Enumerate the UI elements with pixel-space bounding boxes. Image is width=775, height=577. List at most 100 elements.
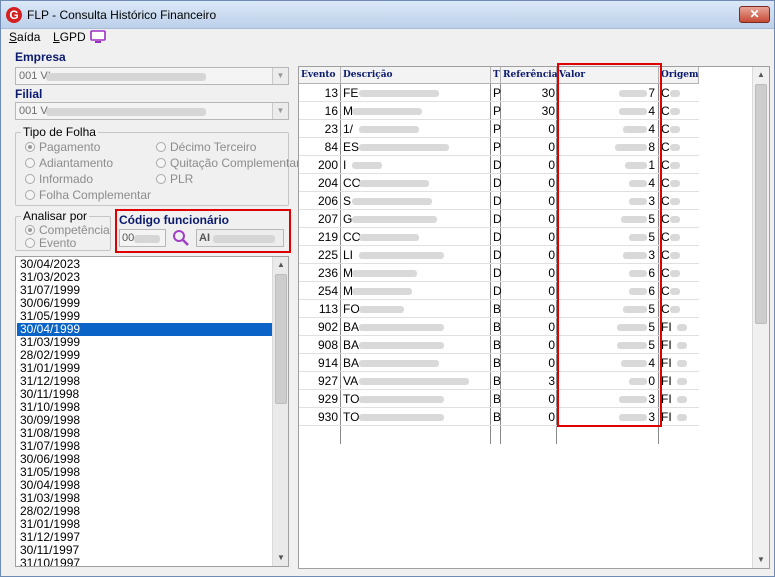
cell-origem: FI [661, 372, 699, 390]
header-col-tipo[interactable]: T [491, 67, 501, 83]
cell-descricao: ES [343, 138, 489, 156]
cell-descricao: BA [343, 336, 489, 354]
radio-competencia[interactable]: Competência [25, 223, 110, 237]
cell-origem: C [661, 300, 699, 318]
header-col-referencia[interactable]: Referência [501, 67, 558, 83]
chevron-down-icon[interactable]: ▼ [272, 103, 288, 119]
cell-descricao: M [343, 102, 489, 120]
radio-quitacao-complementar[interactable]: Quitação Complementar [156, 156, 300, 170]
masked-text [352, 288, 412, 295]
header-col-evento[interactable]: Evento [299, 67, 341, 83]
scroll-down-icon[interactable]: ▼ [273, 550, 288, 566]
monitor-icon[interactable] [90, 30, 106, 44]
cell-origem: FI [661, 390, 699, 408]
cell-origem: C [661, 210, 699, 228]
cell-origem: C [661, 156, 699, 174]
masked-text [670, 234, 680, 241]
cell-descricao: 1/ [343, 120, 489, 138]
masked-text [359, 90, 439, 97]
cell-referencia: 0 [548, 248, 555, 262]
cell-referencia: 0 [548, 158, 555, 172]
cell-referencia: 0 [548, 302, 555, 316]
menu-saida[interactable]: Saída [9, 30, 40, 44]
cell-referencia: 0 [548, 392, 555, 406]
radio-plr[interactable]: PLR [156, 172, 193, 186]
cell-referencia: 0 [548, 230, 555, 244]
cell-origem: C [661, 192, 699, 210]
menu-lgpd[interactable]: LGPD [53, 30, 86, 44]
cell-descricao: M [343, 282, 489, 300]
filial-value: 001 V [19, 105, 48, 117]
chevron-down-icon[interactable]: ▼ [272, 68, 288, 84]
cell-referencia: 0 [548, 284, 555, 298]
cell-origem: C [661, 174, 699, 192]
cell-evento: 908 [317, 338, 338, 352]
masked-text [359, 180, 429, 187]
masked-text [677, 378, 687, 385]
cell-descricao: G [343, 210, 489, 228]
masked-text [670, 288, 680, 295]
cell-descricao: S [343, 192, 489, 210]
radio-adiantamento[interactable]: Adiantamento [25, 156, 113, 170]
masked-text [359, 126, 419, 133]
empresa-combo[interactable]: 001 VI ▼ [15, 67, 289, 85]
header-col-descricao[interactable]: Descrição [341, 67, 491, 83]
header-col-origem[interactable]: Origem [659, 67, 699, 83]
cell-evento: 236 [317, 266, 338, 280]
masked-text [670, 252, 680, 259]
cell-descricao: TO [343, 408, 489, 426]
masked-text [670, 90, 680, 97]
cell-descricao: VA [343, 372, 489, 390]
scroll-thumb[interactable] [755, 84, 767, 324]
radio-pagamento[interactable]: Pagamento [25, 140, 100, 154]
title-bar[interactable]: G FLP - Consulta Histórico Financeiro ✕ [1, 1, 774, 29]
cell-evento: 204 [317, 176, 338, 190]
cell-evento: 930 [317, 410, 338, 424]
codigo-funcionario-label: Código funcionário [119, 213, 229, 227]
radio-decimo-terceiro[interactable]: Décimo Terceiro [156, 140, 256, 154]
cell-evento: 219 [317, 230, 338, 244]
masked-text [352, 270, 417, 277]
radio-informado[interactable]: Informado [25, 172, 93, 186]
cell-evento: 200 [317, 158, 338, 172]
cell-evento: 902 [317, 320, 338, 334]
cell-referencia: 0 [548, 320, 555, 334]
codigo-input[interactable]: 00 [119, 229, 166, 247]
eventos-grid[interactable]: Evento Descrição T Referência Valor Origem ▲ … [298, 66, 770, 569]
masked-text [670, 306, 680, 313]
masked-text [670, 270, 680, 277]
filial-combo[interactable]: 001 V ▼ [15, 102, 289, 120]
grid-scrollbar[interactable]: ▲ ▼ [752, 67, 769, 568]
cell-referencia: 0 [548, 140, 555, 154]
scroll-thumb[interactable] [275, 274, 287, 404]
date-list-scrollbar[interactable]: ▲ ▼ [272, 257, 288, 566]
radio-folha-complementar[interactable]: Folha Complementar [25, 188, 151, 202]
masked-text [670, 180, 680, 187]
competencia-list[interactable]: ▲ ▼ 30/04/2023 31/03/2023 31/07/1999 30/06/… [15, 256, 289, 567]
cell-descricao: LI [343, 246, 489, 264]
magnifier-icon[interactable] [172, 229, 190, 247]
masked-text [670, 162, 680, 169]
window-title: FLP - Consulta Histórico Financeiro [27, 8, 217, 22]
cell-origem: C [661, 84, 699, 102]
cell-referencia: 0 [548, 176, 555, 190]
date-list-item[interactable]: 31/10/1997 [17, 557, 272, 567]
scroll-up-icon[interactable]: ▲ [753, 67, 769, 83]
cell-descricao: BA [343, 354, 489, 372]
radio-evento[interactable]: Evento [25, 236, 76, 250]
masked-text [677, 360, 687, 367]
cell-descricao: I [343, 156, 489, 174]
cell-origem: C [661, 228, 699, 246]
cell-referencia: 3 [548, 374, 555, 388]
masked-text [677, 396, 687, 403]
close-button[interactable]: ✕ [739, 6, 770, 23]
cell-descricao: TO [343, 390, 489, 408]
cell-origem: FI [661, 318, 699, 336]
scroll-up-icon[interactable]: ▲ [273, 257, 288, 273]
cell-referencia: 0 [548, 266, 555, 280]
cell-origem: C [661, 264, 699, 282]
cell-referencia: 0 [548, 194, 555, 208]
masked-text [670, 126, 680, 133]
cell-evento: 16 [324, 104, 338, 118]
scroll-down-icon[interactable]: ▼ [753, 552, 769, 568]
